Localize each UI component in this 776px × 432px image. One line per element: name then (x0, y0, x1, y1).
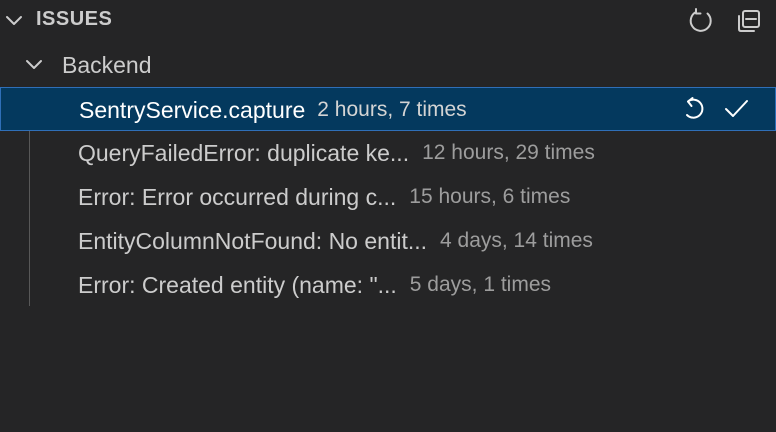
refresh-icon[interactable] (686, 6, 716, 36)
issue-meta: 2 hours, 7 times (317, 98, 467, 121)
issue-title: Error: Created entity (name: "... (78, 271, 397, 298)
group-row-backend[interactable]: Backend (0, 44, 776, 86)
section-title: ISSUES (36, 8, 113, 30)
issue-row[interactable]: EntityColumnNotFound: No entit... 4 days… (0, 219, 776, 263)
check-icon[interactable] (721, 94, 751, 124)
issue-meta: 12 hours, 29 times (422, 141, 595, 164)
collapse-all-icon[interactable] (734, 6, 764, 36)
issue-title: Error: Error occurred during c... (78, 183, 397, 210)
issue-row[interactable]: Error: Created entity (name: "... 5 days… (0, 263, 776, 307)
issue-meta: 4 days, 14 times (440, 229, 593, 252)
undo-icon[interactable] (679, 94, 709, 124)
issue-meta: 5 days, 1 times (409, 273, 552, 296)
row-actions (679, 94, 751, 124)
issue-meta: 15 hours, 6 times (409, 185, 571, 208)
issue-row[interactable]: SentryService.capture 2 hours, 7 times (0, 87, 776, 131)
group-label: Backend (62, 52, 152, 78)
issues-panel: ISSUES Backend SentryService.capture 2 h… (0, 0, 776, 432)
section-header[interactable]: ISSUES (0, 0, 776, 42)
issue-row[interactable]: Error: Error occurred during c... 15 hou… (0, 175, 776, 219)
issue-title: EntityColumnNotFound: No entit... (78, 227, 427, 254)
issue-row[interactable]: QueryFailedError: duplicate ke... 12 hou… (0, 131, 776, 175)
issue-title: SentryService.capture (79, 96, 306, 123)
chevron-down-icon[interactable] (22, 53, 46, 77)
chevron-down-icon[interactable] (2, 9, 26, 33)
issue-title: QueryFailedError: duplicate ke... (78, 139, 410, 166)
